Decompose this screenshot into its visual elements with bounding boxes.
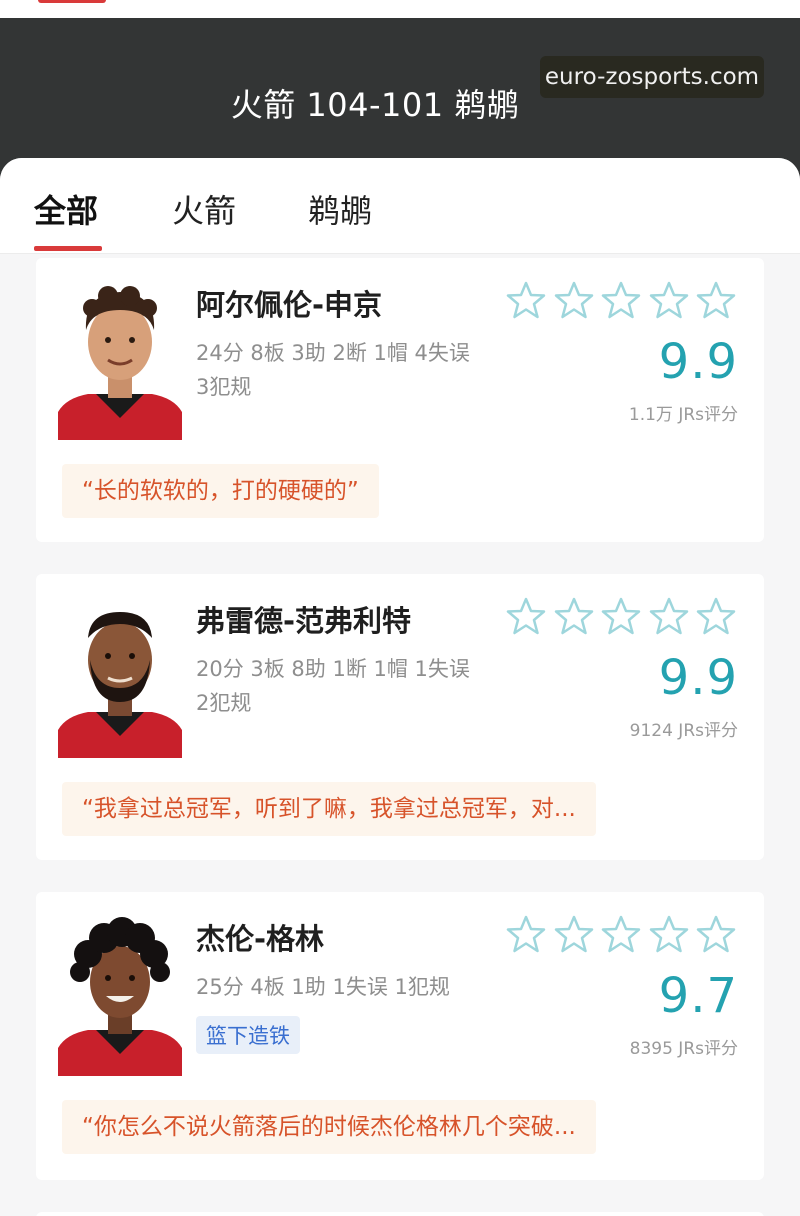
player-avatar-icon (58, 612, 182, 758)
player-avatar-icon (58, 286, 182, 440)
player-stats-line: 24分 8板 3助 2断 1帽 4失误 (196, 341, 470, 365)
player-stats-line: 20分 3板 8助 1断 1帽 1失误 (196, 657, 470, 681)
watermark: euro-zosports.com (540, 56, 764, 98)
player-stats-line: 3犯规 (196, 375, 252, 399)
star-icon[interactable] (554, 914, 594, 954)
star-icon[interactable] (696, 280, 736, 320)
rating-sheet: 全部 火箭 鹈鹕 阿尔佩伦-申京 24分 8板 3助 2断 1帽 4失误 3犯规 (0, 158, 800, 1216)
rating-stars[interactable] (506, 596, 736, 638)
rating-stars[interactable] (506, 914, 736, 956)
team-tabs: 全部 火箭 鹈鹕 (0, 158, 800, 254)
player-card[interactable]: 弗雷德-范弗利特 20分 3板 8助 1断 1帽 1失误 2犯规 9.9 912… (36, 574, 764, 860)
status-strip (0, 0, 800, 18)
tab-pelicans[interactable]: 鹈鹕 (308, 186, 372, 232)
player-card[interactable]: 杰伦-格林 25分 4板 1助 1失误 1犯规 篮下造铁 9.7 8395 JR… (36, 892, 764, 1180)
star-icon[interactable] (601, 280, 641, 320)
star-icon[interactable] (696, 596, 736, 636)
hot-comment[interactable]: “长的软软的，打的硬硬的” (62, 464, 379, 518)
player-score: 9.9 (658, 650, 738, 706)
player-stats: 20分 3板 8助 1断 1帽 1失误 2犯规 (196, 652, 516, 720)
rating-count: 1.1万 JRs评分 (628, 405, 738, 425)
tab-all[interactable]: 全部 (34, 186, 98, 232)
player-stats: 25分 4板 1助 1失误 1犯规 (196, 970, 516, 1004)
player-card[interactable]: 阿尔佩伦-申京 24分 8板 3助 2断 1帽 4失误 3犯规 9.9 1.1万… (36, 258, 764, 542)
star-icon[interactable] (506, 596, 546, 636)
star-icon[interactable] (649, 280, 689, 320)
player-tag[interactable]: 篮下造铁 (196, 1016, 300, 1054)
hot-comment[interactable]: “你怎么不说火箭落后的时候杰伦格林几个突破... (62, 1100, 596, 1154)
star-icon[interactable] (696, 914, 736, 954)
star-icon[interactable] (649, 596, 689, 636)
star-icon[interactable] (554, 280, 594, 320)
player-card[interactable] (36, 1212, 764, 1216)
star-icon[interactable] (506, 914, 546, 954)
star-icon[interactable] (506, 280, 546, 320)
tab-rockets[interactable]: 火箭 (172, 186, 236, 232)
star-icon[interactable] (601, 914, 641, 954)
player-name: 弗雷德-范弗利特 (196, 604, 412, 638)
player-name: 杰伦-格林 (196, 922, 325, 956)
player-score: 9.9 (658, 334, 738, 390)
player-stats: 24分 8板 3助 2断 1帽 4失误 3犯规 (196, 336, 516, 404)
star-icon[interactable] (554, 596, 594, 636)
status-accent (38, 0, 106, 3)
player-score: 9.7 (658, 968, 738, 1024)
rating-stars[interactable] (506, 280, 736, 322)
player-avatar-icon (58, 917, 182, 1076)
rating-count: 8395 JRs评分 (629, 1039, 738, 1059)
active-tab-indicator (34, 246, 102, 251)
player-stats-line: 25分 4板 1助 1失误 1犯规 (196, 975, 450, 999)
player-stats-line: 2犯规 (196, 691, 252, 715)
hot-comment[interactable]: “我拿过总冠军，听到了嘛，我拿过总冠军，对... (62, 782, 596, 836)
player-name: 阿尔佩伦-申京 (196, 288, 383, 322)
star-icon[interactable] (601, 596, 641, 636)
star-icon[interactable] (649, 914, 689, 954)
rating-count: 9124 JRs评分 (629, 721, 738, 741)
